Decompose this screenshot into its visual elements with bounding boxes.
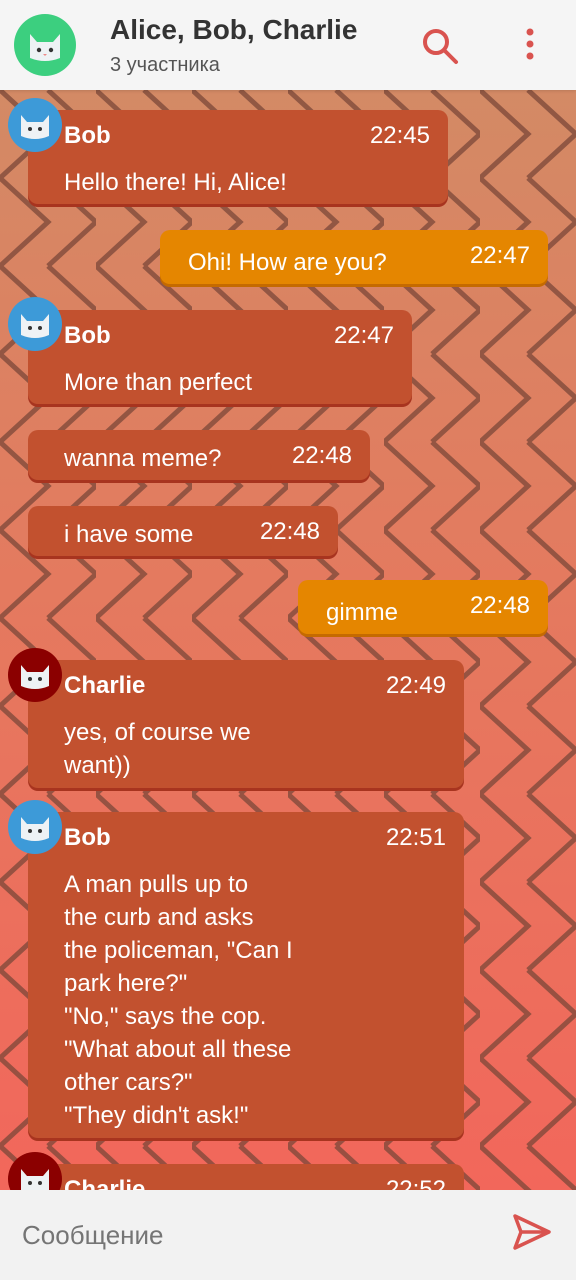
message-sender: Charlie [64,672,146,699]
chat-title: Alice, Bob, Charlie [110,14,358,45]
group-avatar[interactable] [14,14,76,76]
message-time: 22:47 [333,322,394,349]
message-time: 22:49 [385,672,446,699]
message-bubble[interactable]: i have some 22:48 [28,506,338,556]
charlie-avatar[interactable] [8,1152,62,1190]
charlie-avatar[interactable] [8,648,62,702]
search-button[interactable] [418,24,462,68]
message-bubble[interactable]: wanna meme? 22:48 [28,430,370,480]
more-vertical-icon [526,28,534,60]
participants-count: 3 участника [110,54,220,76]
cat-icon [21,817,49,841]
message-bubble[interactable]: Charlie 22:52 [28,1164,464,1190]
bob-avatar[interactable] [8,297,62,351]
cat-icon [30,34,60,61]
message-text: More than perfect [64,369,253,396]
message-bubble[interactable]: Bob 22:51 A man pulls up to the curb and… [28,812,464,1138]
message-bubble-outgoing[interactable]: gimme 22:48 [298,580,548,634]
message-time: 22:48 [469,592,530,619]
message-sender: Bob [64,824,111,851]
cat-icon [21,314,49,338]
search-icon [423,29,458,64]
more-options-button[interactable] [512,24,548,68]
message-time: 22:45 [369,122,430,149]
message-list[interactable]: Bob 22:45 Hello there! Hi, Alice! Ohi! H… [0,90,576,1190]
message-time: 22:52 [385,1176,446,1190]
message-sender: Bob [64,322,111,349]
message-input[interactable] [22,1220,462,1251]
message-sender: Charlie [64,1176,146,1190]
bob-avatar[interactable] [8,800,62,854]
send-button[interactable] [510,1210,554,1254]
message-text: gimme [326,599,399,626]
chat-header: Alice, Bob, Charlie 3 участника [0,0,576,90]
message-bubble-outgoing[interactable]: Ohi! How are you? 22:47 [160,230,548,284]
message-text: Hello there! Hi, Alice! [64,169,287,196]
cat-icon [21,665,49,689]
bob-avatar[interactable] [8,98,62,152]
message-text: yes, of course we want)) [64,719,251,779]
message-text: A man pulls up to the curb and asks the … [64,871,293,1129]
message-text: wanna meme? [64,445,222,472]
message-time: 22:48 [291,442,352,469]
send-icon [513,1214,551,1250]
message-input-bar [0,1190,576,1280]
message-bubble[interactable]: Bob 22:45 Hello there! Hi, Alice! [28,110,448,204]
message-bubble[interactable]: Bob 22:47 More than perfect [28,310,412,404]
message-time: 22:51 [385,824,446,851]
message-time: 22:48 [259,518,320,545]
message-time: 22:47 [469,242,530,269]
message-bubble[interactable]: Charlie 22:49 yes, of course we want)) [28,660,464,788]
message-text: Ohi! How are you? [188,249,387,276]
message-text: i have some [64,521,194,548]
message-sender: Bob [64,122,111,149]
cat-icon [21,1169,49,1190]
cat-icon [21,115,49,139]
